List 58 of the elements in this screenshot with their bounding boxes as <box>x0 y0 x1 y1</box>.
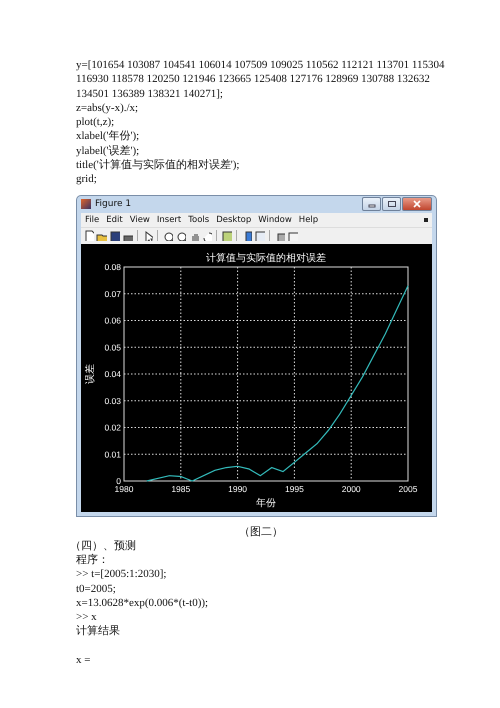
close-icon <box>412 200 422 208</box>
data-cursor-icon[interactable] <box>221 230 232 242</box>
code-line: title('计算值与实际值的相对误差'); <box>76 158 240 172</box>
menu-item[interactable]: File <box>85 214 100 225</box>
code-line: grid; <box>76 172 98 187</box>
code-line: 134501 136389 138321 140271]; <box>76 86 224 101</box>
zoom-in-icon[interactable] <box>162 230 173 242</box>
menu-item[interactable]: Insert <box>156 214 182 225</box>
code-line: >> t=[2005:1:2030]; <box>76 567 168 582</box>
y-tick-label: 0.03 <box>104 395 121 406</box>
menu-item[interactable]: Edit <box>106 214 123 225</box>
y-axis-label: 误差 <box>85 364 96 384</box>
figure-caption: （图二） <box>238 524 284 539</box>
y-tick-label: 0.05 <box>104 342 121 352</box>
code-line: xlabel('年份'); <box>76 129 140 144</box>
maximize-button[interactable] <box>382 197 401 212</box>
menu-item[interactable]: Desktop <box>216 214 252 225</box>
y-tick-label: 0.07 <box>104 288 121 298</box>
save-icon[interactable] <box>109 230 120 242</box>
legend-icon[interactable] <box>254 230 265 242</box>
x-tick-label: 1990 <box>228 484 248 494</box>
code-line: >> x <box>76 610 98 624</box>
y-tick-label: 0.01 <box>104 448 121 459</box>
x-tick-label: 1995 <box>284 484 304 494</box>
y-tick-label: 0.02 <box>104 422 121 432</box>
menu-item[interactable]: Window <box>258 214 292 225</box>
code-line: plot(t,z); <box>76 115 116 130</box>
code-line: 116930 118578 120250 121946 123665 125408 127176 128969 130788 132632 <box>76 72 431 87</box>
y-tick-label: 0.04 <box>104 368 121 379</box>
code-line: t0=2005; <box>76 582 117 596</box>
x-axis-label: 年份 <box>256 498 276 509</box>
menu-item[interactable]: Tools <box>188 214 210 225</box>
code-line: 计算结果 <box>76 624 121 639</box>
x-tick-label: 2000 <box>342 484 361 494</box>
x-tick-label: 1980 <box>114 484 134 494</box>
close-button[interactable] <box>402 197 432 212</box>
result-label: x = <box>76 653 92 668</box>
minimize-button[interactable] <box>362 197 381 212</box>
code-line: 程序： <box>76 552 110 568</box>
code-line: z=abs(y-x)./x; <box>76 100 140 116</box>
y-tick-label: 0.06 <box>104 315 121 326</box>
menu-item[interactable]: View <box>130 214 150 225</box>
zoom-out-icon[interactable] <box>175 230 186 242</box>
section-heading: （四）、预测 <box>70 538 137 553</box>
maximize-icon <box>386 200 396 208</box>
window-title: Figure 1 <box>95 199 132 210</box>
menu-item[interactable]: Help <box>298 214 318 225</box>
y-tick-label: 0.08 <box>104 262 121 272</box>
chart-title: 计算值与实际值的相对误差 <box>206 252 326 264</box>
code-line: ylabel('误差'); <box>76 144 140 158</box>
x-tick-label: 1985 <box>171 484 190 494</box>
new-file-icon[interactable] <box>83 230 94 242</box>
x-tick-label: 2005 <box>398 484 418 494</box>
code-line: x=13.0628*exp(0.006*(t-t0)); <box>76 596 210 610</box>
y-tick-label: 0 <box>116 476 121 486</box>
panel-icon[interactable] <box>287 230 298 242</box>
app-logo-icon <box>81 199 91 210</box>
code-line: y=[101654 103087 104541 106014 107509 109025 110562 112121 113701 115304 <box>76 58 446 72</box>
